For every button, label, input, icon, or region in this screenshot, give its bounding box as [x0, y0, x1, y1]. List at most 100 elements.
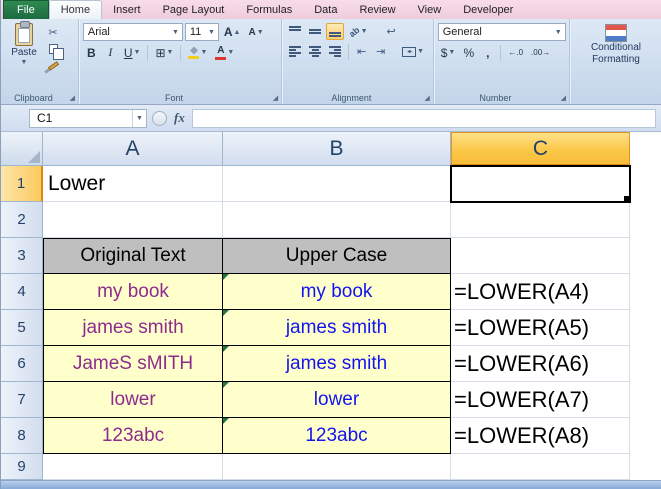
tab-data[interactable]: Data	[303, 0, 348, 19]
cell-a1[interactable]: Lower	[43, 166, 223, 202]
tab-view[interactable]: View	[407, 0, 453, 19]
cell-b7[interactable]: lower	[223, 382, 451, 418]
cell-b5[interactable]: james smith	[223, 310, 451, 346]
select-all-button[interactable]	[1, 132, 43, 166]
merge-center-button[interactable]: ◂▸▼	[399, 43, 427, 60]
alignment-dialog-launcher-icon[interactable]: ◢	[424, 95, 429, 102]
clipboard-icon	[15, 23, 33, 46]
horizontal-scrollbar[interactable]	[1, 480, 661, 489]
wrap-text-button[interactable]: ↩	[383, 23, 400, 40]
bold-button[interactable]: B	[83, 44, 100, 61]
clipboard-dialog-launcher-icon[interactable]: ◢	[69, 95, 74, 102]
shrink-font-button[interactable]: A▼	[245, 24, 266, 41]
cut-button[interactable]: ✂	[43, 24, 63, 40]
column-header-b[interactable]: B	[223, 132, 451, 166]
row-header-8[interactable]: 8	[1, 418, 43, 454]
cell-a3-table-header[interactable]: Original Text	[43, 238, 223, 274]
group-number: General ▼ $▼ % , ←.0 .00→ Number ◢	[433, 19, 569, 104]
tab-developer[interactable]: Developer	[452, 0, 524, 19]
cell-c9[interactable]	[451, 454, 630, 480]
cell-a7[interactable]: lower	[43, 382, 223, 418]
cell-b8[interactable]: 123abc	[223, 418, 451, 454]
copy-button[interactable]	[43, 41, 63, 57]
align-right-button[interactable]	[326, 43, 344, 60]
formula-input[interactable]	[192, 109, 656, 128]
fill-color-button[interactable]: ▼	[185, 44, 210, 61]
align-middle-icon	[309, 26, 321, 37]
cell-b3-table-header[interactable]: Upper Case	[223, 238, 451, 274]
grid-filler	[630, 166, 661, 480]
cell-b2[interactable]	[223, 202, 451, 238]
cell-a4[interactable]: my book	[43, 274, 223, 310]
cell-c2[interactable]	[451, 202, 630, 238]
tab-file[interactable]: File	[3, 0, 49, 19]
cell-b6[interactable]: james smith	[223, 346, 451, 382]
font-dialog-launcher-icon[interactable]: ◢	[273, 95, 278, 102]
currency-format-button[interactable]: $▼	[438, 44, 459, 61]
cell-a6[interactable]: JameS sMITH	[43, 346, 223, 382]
align-left-icon	[289, 46, 301, 57]
row-header-7[interactable]: 7	[1, 382, 43, 418]
cell-c8[interactable]: =LOWER(A8)	[451, 418, 630, 454]
cell-b9[interactable]	[223, 454, 451, 480]
number-format-combo[interactable]: General ▼	[438, 23, 566, 41]
orientation-button[interactable]: ab▼	[346, 23, 370, 40]
column-header-a[interactable]: A	[43, 132, 223, 166]
tab-insert[interactable]: Insert	[102, 0, 152, 19]
underline-button[interactable]: U▼	[121, 44, 144, 61]
cell-c3[interactable]	[451, 238, 630, 274]
cell-c4[interactable]: =LOWER(A4)	[451, 274, 630, 310]
cell-c6[interactable]: =LOWER(A6)	[451, 346, 630, 382]
cell-a9[interactable]	[43, 454, 223, 480]
tab-formulas[interactable]: Formulas	[235, 0, 303, 19]
decrease-decimal-button[interactable]: .00→	[528, 44, 553, 61]
number-dialog-launcher-icon[interactable]: ◢	[561, 95, 566, 102]
cell-c7[interactable]: =LOWER(A7)	[451, 382, 630, 418]
decrease-decimal-icon: .00→	[531, 48, 550, 57]
tab-review[interactable]: Review	[348, 0, 406, 19]
font-size-combo[interactable]: 11 ▼	[185, 23, 219, 41]
percent-format-button[interactable]: %	[460, 44, 477, 61]
font-color-button[interactable]: A ▼	[212, 44, 237, 61]
increase-decimal-button[interactable]: ←.0	[505, 44, 526, 61]
format-painter-button[interactable]	[43, 58, 63, 74]
column-header-c-selected[interactable]: C	[451, 132, 630, 166]
align-middle-button[interactable]	[306, 23, 324, 40]
conditional-formatting-button[interactable]: Conditional Formatting	[574, 22, 658, 91]
borders-button[interactable]: ⊞▼	[152, 44, 176, 61]
cell-a8[interactable]: 123abc	[43, 418, 223, 454]
alignment-group-label: Alignment	[282, 93, 421, 103]
cell-a2[interactable]	[43, 202, 223, 238]
cell-b1[interactable]	[223, 166, 451, 202]
row-header-4[interactable]: 4	[1, 274, 43, 310]
italic-button[interactable]: I	[102, 44, 119, 61]
paste-button[interactable]: Paste ▼	[5, 22, 43, 91]
comma-format-button[interactable]: ,	[479, 44, 496, 61]
font-name-combo[interactable]: Arial ▼	[83, 23, 183, 41]
row-header-1[interactable]: 1	[1, 166, 43, 202]
conditional-formatting-icon	[605, 24, 627, 42]
increase-indent-icon: ⇥	[376, 45, 385, 58]
cell-c1-selected[interactable]	[451, 166, 630, 202]
name-box[interactable]: C1 ▼	[29, 109, 147, 128]
header-filler	[630, 132, 661, 166]
row-header-6[interactable]: 6	[1, 346, 43, 382]
increase-indent-button[interactable]: ⇥	[372, 43, 389, 60]
cell-b4[interactable]: my book	[223, 274, 451, 310]
cell-a5[interactable]: james smith	[43, 310, 223, 346]
row-header-9[interactable]: 9	[1, 454, 43, 480]
row-header-5[interactable]: 5	[1, 310, 43, 346]
tab-home[interactable]: Home	[49, 0, 102, 19]
align-top-button[interactable]	[286, 23, 304, 40]
grow-font-button[interactable]: A▲	[221, 24, 244, 41]
insert-function-button[interactable]: fx	[172, 110, 187, 126]
tab-page-layout[interactable]: Page Layout	[152, 0, 236, 19]
group-font: Arial ▼ 11 ▼ A▲ A▼ B I U▼ ⊞▼	[78, 19, 281, 104]
align-center-button[interactable]	[306, 43, 324, 60]
row-header-3[interactable]: 3	[1, 238, 43, 274]
row-header-2[interactable]: 2	[1, 202, 43, 238]
align-left-button[interactable]	[286, 43, 304, 60]
cell-c5[interactable]: =LOWER(A5)	[451, 310, 630, 346]
decrease-indent-button[interactable]: ⇤	[353, 43, 370, 60]
align-bottom-button[interactable]	[326, 23, 344, 40]
